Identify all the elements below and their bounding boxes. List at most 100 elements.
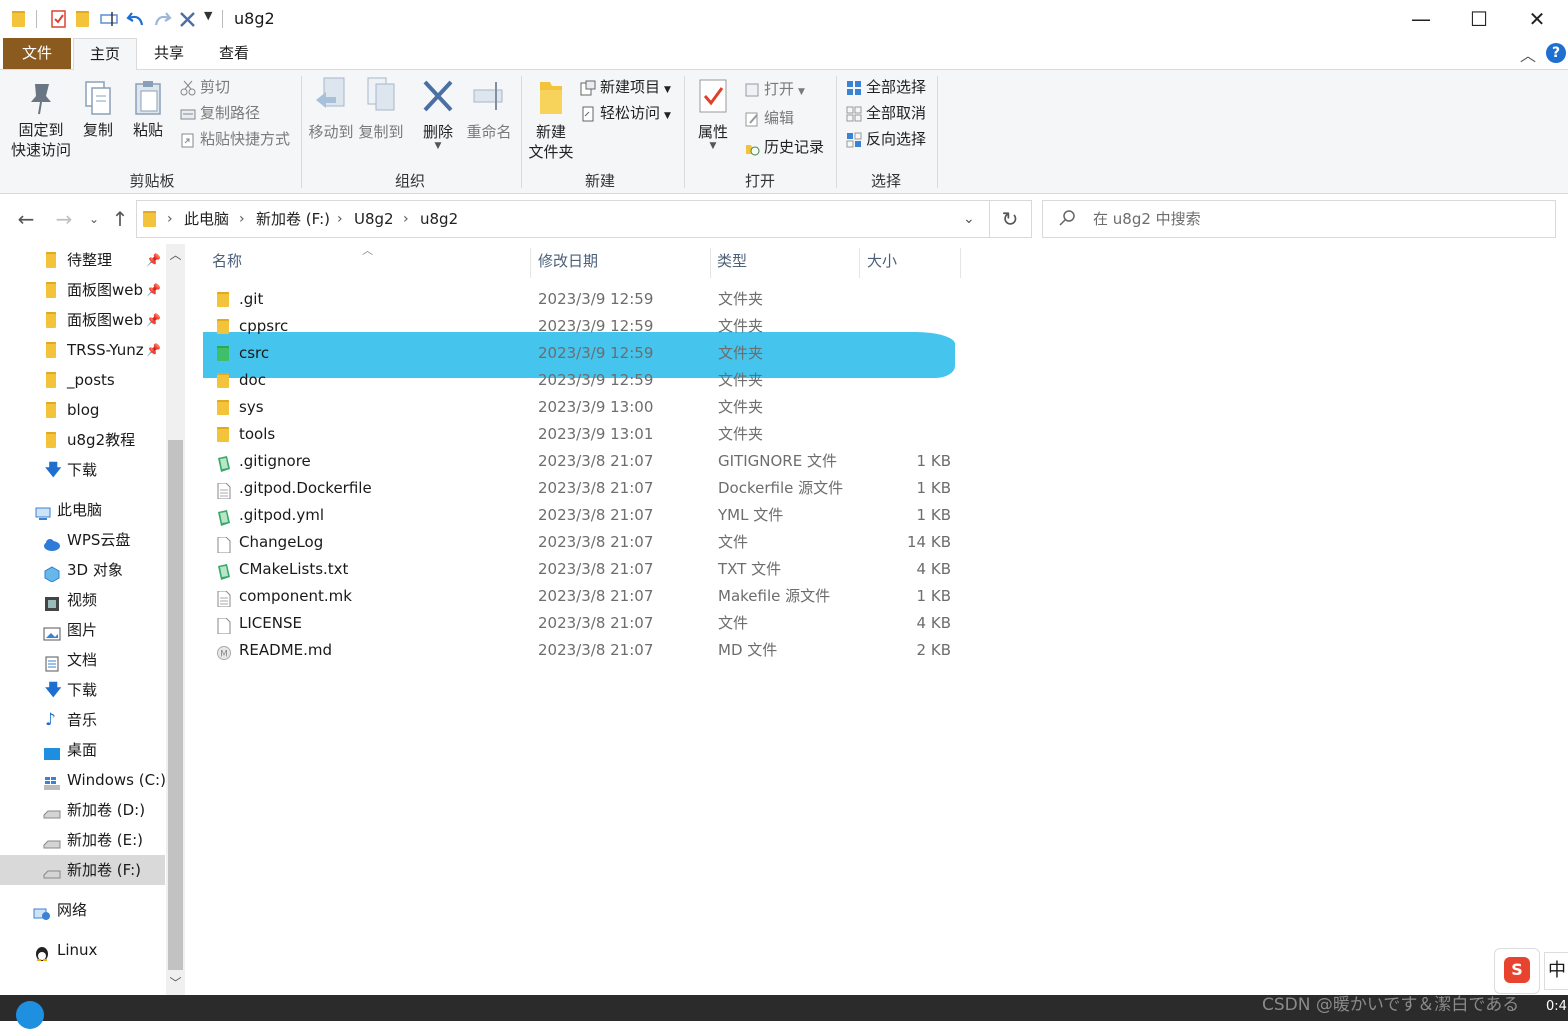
edit-button[interactable]: 编辑 <box>744 107 794 129</box>
forward-arrow-icon[interactable]: → <box>50 202 78 236</box>
column-header-size[interactable]: 大小 <box>867 244 897 278</box>
nav-item-pictures[interactable]: 图片 <box>0 615 165 645</box>
invert-selection-button[interactable]: 反向选择 <box>846 128 926 150</box>
file-row[interactable]: tools 2023/3/9 13:01 文件夹 <box>203 421 955 448</box>
properties-button[interactable]: 属性 ▼ <box>690 76 736 151</box>
column-divider[interactable] <box>960 248 961 278</box>
nav-item-drive-f[interactable]: 新加卷 (F:) <box>0 855 165 885</box>
nav-item-quick-7[interactable]: u8g2教程 <box>0 425 165 455</box>
rename-quick-icon[interactable] <box>100 9 118 29</box>
nav-item-drive-c[interactable]: Windows (C:) <box>0 765 165 795</box>
nav-item-wps-cloud[interactable]: WPS云盘 <box>0 525 165 555</box>
nav-item-quick-1[interactable]: 待整理 📌 <box>0 245 165 275</box>
address-history-chevron-icon[interactable]: ⌄ <box>963 201 975 237</box>
properties-check-icon[interactable] <box>50 9 68 29</box>
file-row-selected[interactable]: csrc 2023/3/9 12:59 文件夹 <box>203 340 955 367</box>
undo-icon[interactable] <box>126 9 144 29</box>
copy-path-button[interactable]: 复制路径 <box>180 102 260 124</box>
breadcrumb-u8g2-parent[interactable]: U8g2 <box>354 201 394 237</box>
nav-item-quick-5[interactable]: _posts <box>0 365 165 395</box>
new-folder-quick-icon[interactable] <box>76 9 94 29</box>
up-arrow-icon[interactable]: ↑ <box>108 202 132 236</box>
ime-toolbar[interactable]: S 中 <box>1494 948 1568 994</box>
nav-item-documents[interactable]: 文档 <box>0 645 165 675</box>
nav-item-linux[interactable]: Linux <box>0 935 165 965</box>
refresh-icon[interactable]: ↻ <box>989 200 1032 238</box>
column-divider[interactable] <box>859 248 860 278</box>
file-row[interactable]: .gitpod.Dockerfile 2023/3/8 21:07 Docker… <box>203 475 955 502</box>
delete-dropdown-chevron-icon[interactable]: ▼ <box>416 142 460 151</box>
maximize-button[interactable]: ☐ <box>1450 0 1508 38</box>
file-row[interactable]: CMakeLists.txt 2023/3/8 21:07 TXT 文件 4 K… <box>203 556 955 583</box>
nav-item-3d-objects[interactable]: 3D 对象 <box>0 555 165 585</box>
file-row[interactable]: doc 2023/3/9 12:59 文件夹 <box>203 367 955 394</box>
edge-browser-icon[interactable] <box>16 1001 44 1029</box>
nav-item-quick-downloads[interactable]: 🡇 下载 <box>0 455 165 485</box>
tab-share[interactable]: 共享 <box>140 38 198 69</box>
file-row[interactable]: sys 2023/3/9 13:00 文件夹 <box>203 394 955 421</box>
scrollbar-thumb[interactable] <box>168 440 183 970</box>
collapse-ribbon-chevron-icon[interactable]: ︿ <box>1520 42 1536 66</box>
nav-item-quick-6[interactable]: blog <box>0 395 165 425</box>
ime-mode-label[interactable]: 中 <box>1544 952 1568 990</box>
nav-item-quick-4[interactable]: TRSS-Yunz 📌 <box>0 335 165 365</box>
nav-item-drive-d[interactable]: 新加卷 (D:) <box>0 795 165 825</box>
select-all-button[interactable]: 全部选择 <box>846 76 926 98</box>
redo-icon[interactable] <box>152 9 172 29</box>
breadcrumb-separator-icon[interactable]: › <box>239 201 245 237</box>
easy-access-button[interactable]: 轻松访问 ▼ <box>580 102 671 124</box>
file-row[interactable]: .gitpod.yml 2023/3/8 21:07 YML 文件 1 KB <box>203 502 955 529</box>
sogou-ime-icon[interactable]: S <box>1494 948 1540 994</box>
file-row[interactable]: cppsrc 2023/3/9 12:59 文件夹 <box>203 313 955 340</box>
nav-item-desktop[interactable]: 桌面 <box>0 735 165 765</box>
paste-shortcut-button[interactable]: 粘贴快捷方式 <box>180 128 290 150</box>
delete-button[interactable]: 删除 ▼ <box>416 76 460 151</box>
help-icon[interactable]: ? <box>1546 43 1566 63</box>
new-folder-button[interactable]: 新建 文件夹 <box>526 76 576 162</box>
customize-quick-access-chevron-icon[interactable]: ▼ <box>204 9 212 22</box>
nav-item-quick-2[interactable]: 面板图web 📌 <box>0 275 165 305</box>
back-arrow-icon[interactable]: ← <box>12 202 40 236</box>
tab-file[interactable]: 文件 <box>3 38 71 69</box>
breadcrumb-separator-icon[interactable]: › <box>167 201 173 237</box>
move-to-button[interactable]: 移动到 <box>306 76 356 142</box>
copy-button[interactable]: 复制 <box>78 80 118 140</box>
nav-item-music[interactable]: ♪ 音乐 <box>0 705 165 735</box>
nav-item-downloads[interactable]: 🡇 下载 <box>0 675 165 705</box>
tab-view[interactable]: 查看 <box>205 38 263 69</box>
file-row[interactable]: .gitignore 2023/3/8 21:07 GITIGNORE 文件 1… <box>203 448 955 475</box>
column-header-name[interactable]: 名称 <box>212 244 242 278</box>
paste-button[interactable]: 粘贴 <box>126 80 170 140</box>
nav-scrollbar[interactable]: ︿ ﹀ <box>166 244 185 995</box>
column-divider[interactable] <box>710 248 711 278</box>
breadcrumb-u8g2[interactable]: u8g2 <box>420 201 458 237</box>
tab-home[interactable]: 主页 <box>73 38 137 70</box>
nav-item-this-pc[interactable]: 此电脑 <box>0 495 165 525</box>
copy-to-button[interactable]: 复制到 <box>356 76 406 142</box>
file-row[interactable]: LICENSE 2023/3/8 21:07 文件 4 KB <box>203 610 955 637</box>
minimize-button[interactable]: — <box>1392 0 1450 38</box>
search-box[interactable]: 在 u8g2 中搜索 <box>1042 200 1556 238</box>
open-button[interactable]: 打开 ▼ <box>744 78 805 100</box>
file-row[interactable]: ChangeLog 2023/3/8 21:07 文件 14 KB <box>203 529 955 556</box>
column-header-date[interactable]: 修改日期 <box>538 244 598 278</box>
select-none-button[interactable]: 全部取消 <box>846 102 926 124</box>
breadcrumb-this-pc[interactable]: 此电脑 <box>184 201 229 237</box>
recent-locations-chevron-icon[interactable]: ⌄ <box>84 202 104 236</box>
breadcrumb-drive-f[interactable]: 新加卷 (F:) <box>256 201 330 237</box>
taskbar-clock[interactable]: 0:4 <box>1546 999 1567 1014</box>
address-bar[interactable]: › 此电脑 › 新加卷 (F:) › U8g2 › u8g2 ⌄ <box>136 200 990 238</box>
history-button[interactable]: 历史记录 <box>744 136 824 158</box>
new-item-button[interactable]: 新建项目 ▼ <box>580 76 671 98</box>
cut-button[interactable]: 剪切 <box>180 76 230 98</box>
scroll-up-arrow-icon[interactable]: ︿ <box>168 246 183 264</box>
scroll-down-arrow-icon[interactable]: ﹀ <box>168 974 183 992</box>
breadcrumb-separator-icon[interactable]: › <box>337 201 343 237</box>
column-divider[interactable] <box>530 248 531 278</box>
nav-item-quick-3[interactable]: 面板图web 📌 <box>0 305 165 335</box>
nav-item-network[interactable]: 网络 <box>0 895 165 925</box>
file-row[interactable]: M README.md 2023/3/8 21:07 MD 文件 2 KB <box>203 637 955 664</box>
nav-item-drive-e[interactable]: 新加卷 (E:) <box>0 825 165 855</box>
file-row[interactable]: component.mk 2023/3/8 21:07 Makefile 源文件… <box>203 583 955 610</box>
delete-quick-icon[interactable] <box>178 9 196 29</box>
